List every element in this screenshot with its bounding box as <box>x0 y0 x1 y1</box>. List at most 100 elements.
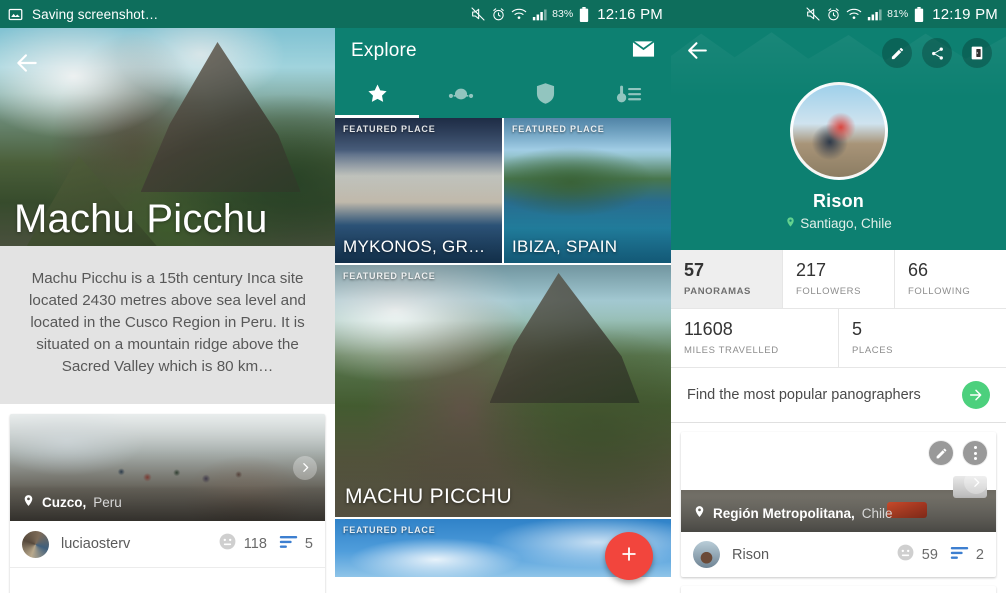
statusbar-screen1: Saving screenshot… <box>0 0 335 28</box>
tab-leaderboard[interactable] <box>587 74 671 118</box>
mail-icon[interactable] <box>632 40 655 63</box>
leaderboard-icon <box>616 84 642 109</box>
location-primary: Región Metropolitana, <box>713 505 855 521</box>
featured-tag: FEATURED PLACE <box>512 124 605 134</box>
stat-miles-travelled[interactable]: 11608 MILES TRAVELLED <box>671 309 839 367</box>
card-footer: luciaosterv 118 5 <box>10 521 325 567</box>
panorama-thumbnail[interactable]: Cuzco, Peru <box>10 414 325 521</box>
next-card-peek[interactable] <box>681 586 996 593</box>
back-arrow-icon[interactable] <box>14 50 40 76</box>
stat-label: FOLLOWING <box>908 286 971 297</box>
views-stat: 59 <box>896 543 938 567</box>
stats-row-secondary: 11608 MILES TRAVELLED 5 PLACES <box>671 309 1006 368</box>
promo-text: Find the most popular panographers <box>687 387 921 403</box>
location-primary: Cuzco, <box>42 494 87 510</box>
signal-icon <box>867 8 882 21</box>
back-arrow-icon[interactable] <box>685 38 710 68</box>
promo-row[interactable]: Find the most popular panographers <box>671 368 1006 423</box>
statusbar-screen2: 83% 12:16 PM <box>335 0 671 28</box>
avatar[interactable] <box>22 530 49 558</box>
shield-icon <box>536 82 555 110</box>
more-vertical-icon[interactable] <box>962 440 988 466</box>
share-icon[interactable] <box>922 38 952 68</box>
next-chevron-icon[interactable] <box>293 455 317 480</box>
stat-panoramas[interactable]: 57 PANORAMAS <box>671 250 783 308</box>
hero-peak-shape <box>140 42 301 192</box>
hero-image-machu-picchu: Machu Picchu <box>0 28 335 246</box>
pencil-icon[interactable] <box>882 38 912 68</box>
stats-row-primary: 57 PANORAMAS 217 FOLLOWERS 66 FOLLOWING <box>671 250 1006 309</box>
avatar[interactable] <box>693 541 720 568</box>
location-pin-icon <box>785 215 796 232</box>
screen-explore: 83% 12:16 PM Explore FEATURED PLACE MYKO… <box>335 0 671 593</box>
stat-value: 11608 <box>684 319 733 339</box>
profile-topbar <box>671 28 1006 78</box>
panorama-card[interactable]: Cuzco, Peru luciaosterv 118 5 <box>10 414 325 593</box>
featured-name: MYKONOS, GR… <box>343 237 486 256</box>
arrow-right-icon[interactable] <box>962 381 990 409</box>
tab-panoramas[interactable] <box>419 74 503 118</box>
comments-stat: 2 <box>950 545 984 565</box>
plus-icon <box>619 544 639 569</box>
comments-icon <box>279 534 298 554</box>
stat-label: MILES TRAVELLED <box>684 345 779 356</box>
location-pin-icon <box>22 492 35 512</box>
tab-badges[interactable] <box>503 74 587 118</box>
signal-icon <box>532 8 547 21</box>
stat-following[interactable]: 66 FOLLOWING <box>895 250 1006 308</box>
profile-avatar[interactable] <box>789 82 888 180</box>
battery-icon <box>579 6 589 22</box>
wifi-icon <box>846 7 862 21</box>
card-actions <box>928 440 988 466</box>
featured-name: MACHU PICCHU <box>345 485 512 508</box>
statusbar-note: Saving screenshot… <box>32 6 159 22</box>
stat-label: PANORAMAS <box>684 286 751 297</box>
featured-card-mykonos[interactable]: FEATURED PLACE MYKONOS, GR… <box>335 118 502 263</box>
mute-icon <box>470 6 486 22</box>
screenshot-icon <box>8 7 23 22</box>
stat-value: 217 <box>796 260 827 280</box>
card-username[interactable]: luciaosterv <box>61 536 206 552</box>
featured-tag: FEATURED PLACE <box>343 525 436 535</box>
stat-label: FOLLOWERS <box>796 286 862 297</box>
star-icon <box>366 82 389 110</box>
card-username[interactable]: Rison <box>732 547 884 563</box>
logout-icon[interactable] <box>962 38 992 68</box>
views-icon <box>896 543 915 567</box>
comments-stat: 5 <box>279 534 313 554</box>
battery-percent: 81% <box>887 8 909 20</box>
location-pin-icon <box>693 503 706 523</box>
featured-card-ibiza[interactable]: FEATURED PLACE IBIZA, SPAIN <box>504 118 671 263</box>
alarm-icon <box>826 7 841 22</box>
profile-name: Rison <box>812 191 864 211</box>
statusbar-screen3: 81% 12:19 PM <box>671 0 1006 28</box>
views-stat: 118 <box>218 532 267 556</box>
pencil-icon[interactable] <box>928 440 954 466</box>
panorama-card[interactable]: Región Metropolitana, Chile Rison 59 2 <box>681 432 996 577</box>
stat-value: 66 <box>908 260 929 280</box>
comments-icon <box>950 545 969 565</box>
stat-followers[interactable]: 217 FOLLOWERS <box>783 250 895 308</box>
featured-tag: FEATURED PLACE <box>343 124 436 134</box>
featured-card-machu-picchu[interactable]: FEATURED PLACE MACHU PICCHU <box>335 265 671 517</box>
stat-places[interactable]: 5 PLACES <box>839 309 1006 367</box>
next-chevron-icon[interactable] <box>964 470 988 494</box>
profile-actions <box>882 38 992 68</box>
featured-name: IBIZA, SPAIN <box>512 237 618 256</box>
stat-value: 57 <box>684 260 705 280</box>
alarm-icon <box>491 7 506 22</box>
tab-featured[interactable] <box>335 74 419 118</box>
panorama-thumbnail[interactable]: Región Metropolitana, Chile <box>681 432 996 532</box>
featured-peak-shape <box>489 273 640 403</box>
screen-place-detail: Saving screenshot… Machu Picchu Machu Pi… <box>0 0 335 593</box>
add-panorama-fab[interactable] <box>605 532 653 580</box>
profile-header: Rison Santiago, Chile <box>671 28 1006 250</box>
wifi-icon <box>511 7 527 21</box>
screenshot-root: Saving screenshot… Machu Picchu Machu Pi… <box>0 0 1006 593</box>
battery-percent: 83% <box>552 8 574 20</box>
stat-value: 5 <box>852 319 863 339</box>
page-title: Machu Picchu <box>14 197 268 241</box>
explore-appbar: Explore <box>335 28 671 118</box>
statusbar-clock: 12:16 PM <box>597 5 663 23</box>
card-location: Cuzco, Peru <box>10 485 325 521</box>
